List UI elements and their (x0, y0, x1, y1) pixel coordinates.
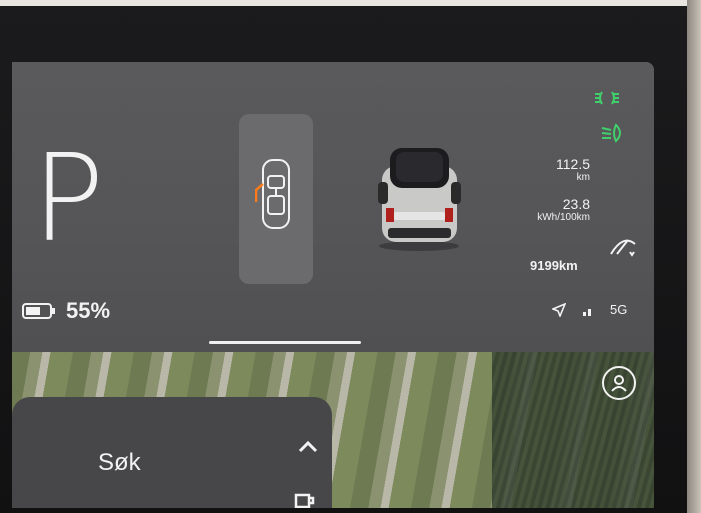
profile-icon (611, 375, 627, 392)
driver-cluster: P 112.5 km 23.8 kWh/100km 9199km 55% 5G (12, 62, 654, 352)
infotainment-screen: P 112.5 km 23.8 kWh/100km 9199km 55% 5G … (12, 62, 654, 508)
panel-drag-handle[interactable] (209, 341, 361, 344)
vehicle-render (378, 148, 461, 251)
signal-icon (583, 308, 591, 316)
range-unit: km (576, 172, 590, 183)
parking-light-icon (595, 91, 619, 105)
status-bar: 5G (552, 302, 627, 317)
door-status-card[interactable] (239, 114, 313, 284)
navigation-arrow-icon (552, 302, 566, 317)
background-top (0, 0, 701, 6)
cup-icon[interactable] (292, 489, 316, 508)
network-label: 5G (610, 302, 628, 317)
chevron-up-icon[interactable] (298, 439, 318, 453)
gear-indicator: P (32, 130, 105, 269)
efficiency-unit: kWh/100km (537, 212, 590, 223)
search-panel[interactable]: Søk (12, 397, 332, 508)
battery-icon (22, 303, 55, 319)
wiper-icon (610, 239, 636, 257)
low-beam-icon (601, 123, 621, 143)
range-value: 112.5 (556, 156, 590, 172)
profile-button[interactable] (602, 366, 636, 400)
range-readout: 112.5 km (530, 156, 590, 183)
car-top-view-icon (255, 159, 290, 229)
search-label[interactable]: Søk (98, 449, 141, 477)
efficiency-readout: 23.8 kWh/100km (512, 196, 590, 223)
battery-status: 55% (22, 298, 110, 324)
battery-percentage: 55% (66, 298, 111, 323)
odometer: 9199km (530, 258, 578, 273)
efficiency-value: 23.8 (562, 196, 590, 212)
background-right (687, 0, 701, 513)
